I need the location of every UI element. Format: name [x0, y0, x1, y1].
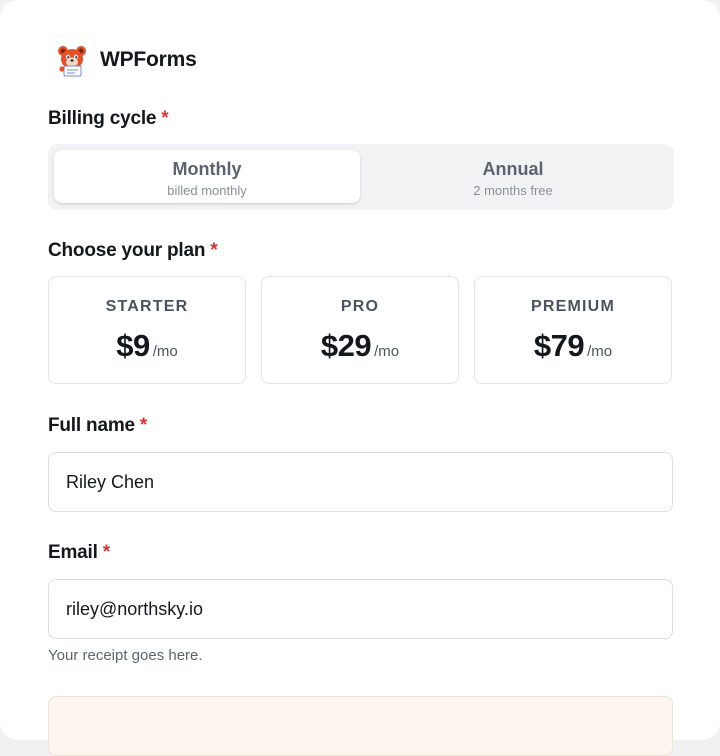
- plan-amount: $79: [533, 328, 585, 363]
- required-mark: *: [161, 108, 169, 129]
- form-card: WPForms Billing cycle * Monthly billed mo…: [0, 0, 720, 756]
- email-input[interactable]: [48, 579, 673, 639]
- billing-option-title: Annual: [482, 159, 544, 179]
- email-label: Email *: [48, 542, 110, 564]
- brand-header: WPForms: [54, 42, 197, 78]
- required-mark: *: [139, 415, 148, 436]
- billing-option-annual[interactable]: Annual 2 months free: [360, 150, 666, 203]
- full-name-label: Full name *: [48, 415, 147, 437]
- choose-plan-label-text: Choose your plan: [48, 240, 206, 261]
- plan-name: PRO: [340, 298, 380, 315]
- plan-name: PREMIUM: [531, 298, 615, 315]
- plan-unit: /mo: [374, 343, 400, 360]
- full-name-input[interactable]: [48, 452, 673, 512]
- plan-card-starter[interactable]: STARTER $9/mo: [48, 276, 246, 384]
- bear-mascot-icon: [58, 46, 86, 77]
- notice-box: [48, 696, 673, 756]
- plan-price: $29/mo: [262, 328, 458, 364]
- plan-unit: /mo: [152, 343, 178, 360]
- choose-plan-label: Choose your plan *: [48, 240, 218, 262]
- required-mark: *: [102, 542, 110, 563]
- plan-card-premium[interactable]: PREMIUM $79/mo: [474, 276, 672, 384]
- email-label-text: Email: [48, 542, 98, 563]
- plan-card-pro[interactable]: PRO $29/mo: [261, 276, 459, 384]
- brand-name: WPForms: [100, 48, 197, 71]
- required-mark: *: [210, 240, 218, 261]
- billing-option-monthly[interactable]: Monthly billed monthly: [54, 150, 360, 203]
- plan-unit: /mo: [587, 343, 613, 360]
- plan-amount: $29: [320, 328, 372, 363]
- plan-price: $9/mo: [49, 328, 245, 364]
- billing-cycle-toggle: Monthly billed monthly Annual 2 months f…: [48, 144, 674, 210]
- billing-option-title: Monthly: [172, 159, 242, 179]
- billing-cycle-label: Billing cycle *: [48, 108, 169, 130]
- plan-name: STARTER: [105, 298, 189, 315]
- plan-price: $79/mo: [475, 328, 671, 364]
- plan-amount: $9: [116, 328, 150, 363]
- billing-cycle-label-text: Billing cycle: [48, 108, 157, 129]
- billing-option-subtitle: billed monthly: [167, 183, 247, 198]
- email-help-text: Your receipt goes here.: [48, 647, 203, 664]
- full-name-label-text: Full name: [48, 415, 135, 436]
- billing-option-subtitle: 2 months free: [473, 183, 553, 198]
